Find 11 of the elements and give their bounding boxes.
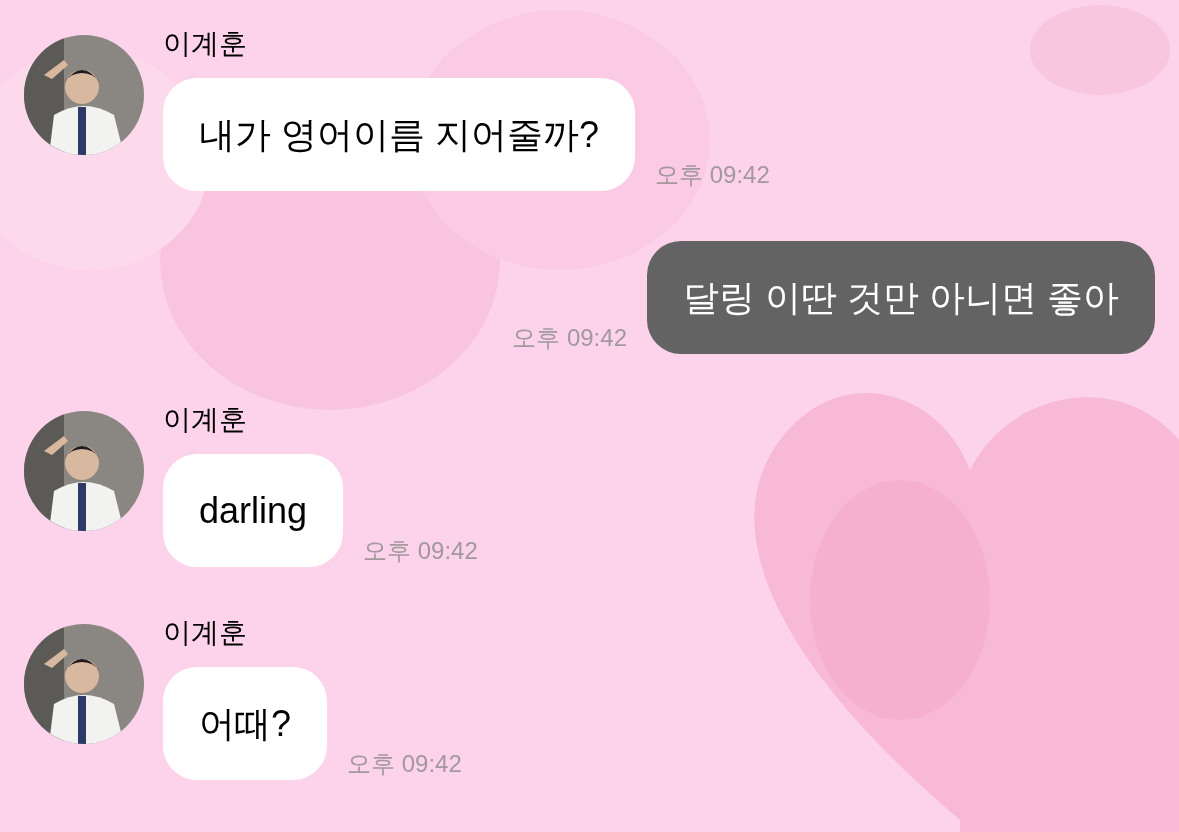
- message-time: 오후 09:42: [655, 161, 770, 189]
- message-bubble: darling: [163, 454, 344, 567]
- message-bubble: 어때?: [163, 667, 328, 780]
- message-bubble: 내가 영어이름 지어줄까?: [163, 78, 636, 191]
- message-time: 오후 09:42: [512, 324, 627, 352]
- message-bubble: 달링 이딴 것만 아니면 좋아: [647, 241, 1155, 354]
- sender-name: 이계훈: [163, 28, 248, 60]
- sender-name: 이계훈: [163, 617, 248, 649]
- sender-name: 이계훈: [163, 404, 248, 436]
- message-time: 오후 09:42: [347, 750, 462, 778]
- message-time: 오후 09:42: [363, 537, 478, 565]
